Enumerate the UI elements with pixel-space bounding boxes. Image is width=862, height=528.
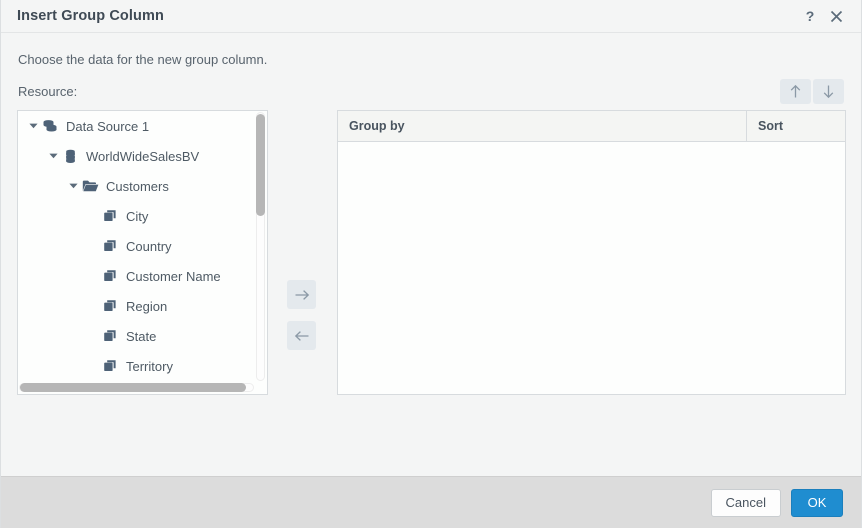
tree-item-worldwidesalesbv[interactable]: WorldWideSalesBV — [18, 141, 255, 171]
close-glyph — [830, 10, 842, 22]
column-header-sort[interactable]: Sort — [747, 111, 845, 141]
arrow-up-icon — [790, 84, 801, 98]
tree-vscroll-thumb[interactable] — [256, 114, 265, 217]
tree-item-label: City — [126, 208, 149, 224]
tree-item-label: Customer Name — [126, 268, 221, 284]
field-icon — [100, 209, 120, 223]
tree-item-customer-name[interactable]: Customer Name — [18, 261, 255, 291]
field-icon — [100, 299, 120, 313]
tree-item-label: Country — [126, 238, 172, 254]
reorder-button-group — [778, 79, 844, 104]
remove-from-group-button[interactable] — [287, 321, 316, 350]
tree-item-label: Territory — [126, 358, 173, 374]
tree-item-state[interactable]: State — [18, 321, 255, 351]
field-icon — [100, 329, 120, 343]
arrow-down-icon — [823, 85, 834, 99]
folder-open-icon — [80, 179, 100, 193]
tree-item-territory[interactable]: Territory — [18, 351, 255, 381]
field-icon — [100, 269, 120, 283]
database-icon — [60, 149, 80, 164]
ok-button[interactable]: OK — [791, 488, 843, 517]
tree-item-label: State — [126, 328, 157, 344]
tree-item-customers[interactable]: Customers — [18, 171, 255, 201]
tree-hscroll-thumb[interactable] — [20, 383, 246, 392]
tree-item-country[interactable]: Country — [18, 231, 255, 261]
instruction-text: Choose the data for the new group column… — [18, 52, 268, 67]
field-icon — [100, 359, 120, 373]
chevron-down-icon[interactable] — [46, 153, 60, 159]
resource-tree-panel: Data Source 1 WorldWideSalesBV Customers Ci… — [17, 110, 268, 395]
insert-group-column-dialog: Insert Group Column ? Choose the data fo… — [0, 0, 862, 528]
tree-item-label: WorldWideSalesBV — [86, 148, 200, 164]
tree-item-label: Region — [126, 298, 168, 314]
dialog-footer: Cancel OK — [1, 476, 861, 528]
column-header-group-by[interactable]: Group by — [338, 111, 747, 141]
group-by-grid-body[interactable] — [338, 142, 845, 394]
arrow-left-icon — [294, 330, 308, 341]
tree-horizontal-scrollbar[interactable] — [19, 382, 254, 393]
field-icon — [100, 239, 120, 253]
dialog-content: Choose the data for the new group column… — [1, 33, 861, 476]
resource-tree[interactable]: Data Source 1 WorldWideSalesBV Customers Ci… — [18, 111, 255, 382]
group-by-grid-panel: Group by Sort — [337, 110, 846, 395]
transfer-button-group — [287, 280, 316, 350]
move-up-button[interactable] — [780, 79, 811, 104]
group-by-grid-header: Group by Sort — [338, 111, 845, 142]
tree-item-label: Data Source 1 — [66, 118, 150, 134]
tree-item-city[interactable]: City — [18, 201, 255, 231]
cancel-button[interactable]: Cancel — [710, 488, 781, 517]
data-source-icon — [40, 119, 60, 134]
move-down-button[interactable] — [813, 79, 844, 104]
chevron-down-icon[interactable] — [26, 123, 40, 129]
chevron-down-icon[interactable] — [66, 183, 80, 189]
close-icon[interactable] — [825, 5, 847, 27]
tree-item-data-source-1[interactable]: Data Source 1 — [18, 111, 255, 141]
tree-item-label: Customers — [106, 178, 169, 194]
tree-vertical-scrollbar[interactable] — [255, 112, 266, 381]
dialog-title: Insert Group Column — [17, 8, 164, 24]
dialog-titlebar: Insert Group Column ? — [1, 0, 861, 33]
tree-item-region[interactable]: Region — [18, 291, 255, 321]
help-icon[interactable]: ? — [799, 5, 821, 27]
resource-label: Resource: — [18, 84, 78, 99]
arrow-right-icon — [295, 289, 309, 300]
add-to-group-button[interactable] — [287, 280, 316, 309]
